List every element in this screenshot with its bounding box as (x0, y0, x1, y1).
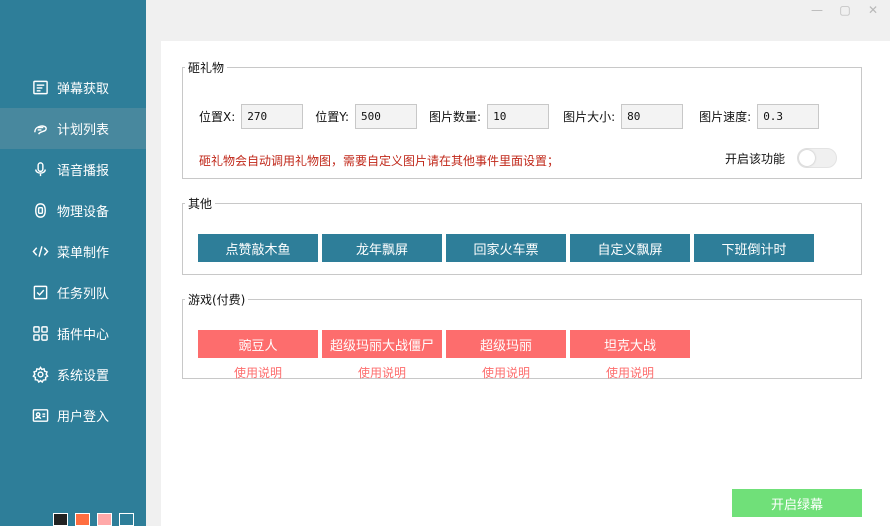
sidebar-item-task-queue[interactable]: 任务列队 (0, 272, 146, 313)
games-group: 游戏(付费) 豌豆人 超级玛丽大战僵尸 超级玛丽 坦克大战 使用说明 使用说明 … (182, 291, 862, 381)
sidebar-item-label: 用户登入 (57, 410, 110, 425)
sidebar-item-label: 弹幕获取 (57, 82, 110, 97)
sidebar-item-label: 语音播报 (57, 164, 110, 179)
dragon-year-banner-button[interactable]: 龙年飘屏 (322, 234, 442, 262)
gift-legend: 砸礼物 (188, 61, 225, 75)
other-legend: 其他 (188, 197, 213, 211)
user-card-icon (31, 407, 49, 425)
other-buttons-row: 点赞敲木鱼 龙年飘屏 回家火车票 自定义飘屏 下班倒计时 (198, 234, 814, 262)
image-speed-label: 图片速度: (699, 110, 752, 124)
help-link[interactable]: 使用说明 (322, 364, 442, 381)
other-group: 其他 点赞敲木鱼 龙年飘屏 回家火车票 自定义飘屏 下班倒计时 (182, 195, 862, 275)
microphone-icon (31, 161, 49, 179)
sidebar-nav: 弹幕获取 计划列表 语音播报 物理设备 菜单制作 任务列队 插件中心 系统设置 … (0, 67, 146, 436)
sidebar-item-label: 计划列表 (57, 123, 110, 138)
position-y-label: 位置Y: (315, 110, 350, 124)
image-size-field: 图片大小: (563, 104, 684, 129)
image-size-label: 图片大小: (563, 110, 616, 124)
gift-enable-toggle[interactable] (797, 148, 838, 168)
gear-icon (31, 366, 49, 384)
theme-swatch-black[interactable] (53, 513, 68, 526)
game-super-mario-button[interactable]: 超级玛丽 (446, 330, 566, 358)
game-tank-battle-button[interactable]: 坦克大战 (570, 330, 690, 358)
maximize-icon[interactable]: ▢ (838, 3, 852, 17)
sidebar-item-label: 插件中心 (57, 328, 110, 343)
gift-warning-text: 砸礼物会自动调用礼物图，需要自定义图片请在其他事件里面设置； (199, 154, 560, 168)
game-mario-zombies-button[interactable]: 超级玛丽大战僵尸 (322, 330, 442, 358)
knock-wooden-fish-button[interactable]: 点赞敲木鱼 (198, 234, 318, 262)
sidebar-item-danmaku[interactable]: 弹幕获取 (0, 67, 146, 108)
position-y-input[interactable] (355, 104, 418, 129)
close-icon[interactable]: ✕ (866, 3, 880, 17)
danmaku-icon (31, 79, 49, 97)
theme-swatches (53, 513, 134, 526)
help-link[interactable]: 使用说明 (570, 364, 690, 381)
corner-mark: ` (2, 0, 7, 9)
sidebar-item-voice[interactable]: 语音播报 (0, 149, 146, 190)
sidebar: ` 弹幕获取 计划列表 语音播报 物理设备 菜单制作 任务列队 插件中心 系统设… (0, 0, 146, 526)
train-ticket-button[interactable]: 回家火车票 (446, 234, 566, 262)
image-count-input[interactable] (487, 104, 550, 129)
device-icon (31, 202, 49, 220)
position-x-input[interactable] (241, 104, 304, 129)
sidebar-item-label: 菜单制作 (57, 246, 110, 261)
sidebar-item-plugins[interactable]: 插件中心 (0, 313, 146, 354)
theme-swatch-pink[interactable] (97, 513, 112, 526)
sidebar-item-settings[interactable]: 系统设置 (0, 354, 146, 395)
main-panel: 砸礼物 位置X: 位置Y: 图片数量: 图片大小: 图片速度: (161, 41, 890, 526)
image-speed-input[interactable] (757, 104, 820, 129)
sidebar-item-label: 物理设备 (57, 205, 110, 220)
plan-list-icon (31, 120, 49, 138)
games-help-row: 使用说明 使用说明 使用说明 使用说明 (198, 364, 690, 381)
theme-swatch-orange[interactable] (75, 513, 90, 526)
sidebar-item-device[interactable]: 物理设备 (0, 190, 146, 231)
image-size-input[interactable] (621, 104, 684, 129)
custom-banner-button[interactable]: 自定义飘屏 (570, 234, 690, 262)
gift-group: 砸礼物 位置X: 位置Y: 图片数量: 图片大小: 图片速度: (182, 59, 862, 179)
theme-swatch-teal[interactable] (119, 513, 134, 526)
code-icon (31, 243, 49, 261)
task-queue-icon (31, 284, 49, 302)
gift-toggle-wrap: 开启该功能 (725, 148, 838, 168)
position-x-field: 位置X: (199, 104, 304, 129)
image-count-label: 图片数量: (429, 110, 482, 124)
start-greenscreen-button[interactable]: 开启绿幕 (732, 489, 862, 517)
games-legend: 游戏(付费) (188, 293, 246, 307)
games-buttons-row: 豌豆人 超级玛丽大战僵尸 超级玛丽 坦克大战 (198, 330, 690, 358)
sidebar-item-label: 系统设置 (57, 369, 110, 384)
offwork-countdown-button[interactable]: 下班倒计时 (694, 234, 814, 262)
position-x-label: 位置X: (199, 110, 236, 124)
help-link[interactable]: 使用说明 (446, 364, 566, 381)
window-controls: — ▢ ✕ (810, 3, 880, 17)
gift-toggle-label: 开启该功能 (725, 151, 786, 166)
sidebar-item-menu[interactable]: 菜单制作 (0, 231, 146, 272)
minimize-icon[interactable]: — (810, 3, 824, 17)
help-link[interactable]: 使用说明 (198, 364, 318, 381)
plugin-grid-icon (31, 325, 49, 343)
image-count-field: 图片数量: (429, 104, 550, 129)
sidebar-item-plan-list[interactable]: 计划列表 (0, 108, 146, 149)
sidebar-item-login[interactable]: 用户登入 (0, 395, 146, 436)
sidebar-item-label: 任务列队 (57, 287, 110, 302)
game-pea-man-button[interactable]: 豌豆人 (198, 330, 318, 358)
image-speed-field: 图片速度: (699, 104, 820, 129)
gift-fields-row: 位置X: 位置Y: 图片数量: 图片大小: 图片速度: (199, 104, 820, 129)
position-y-field: 位置Y: (315, 104, 418, 129)
